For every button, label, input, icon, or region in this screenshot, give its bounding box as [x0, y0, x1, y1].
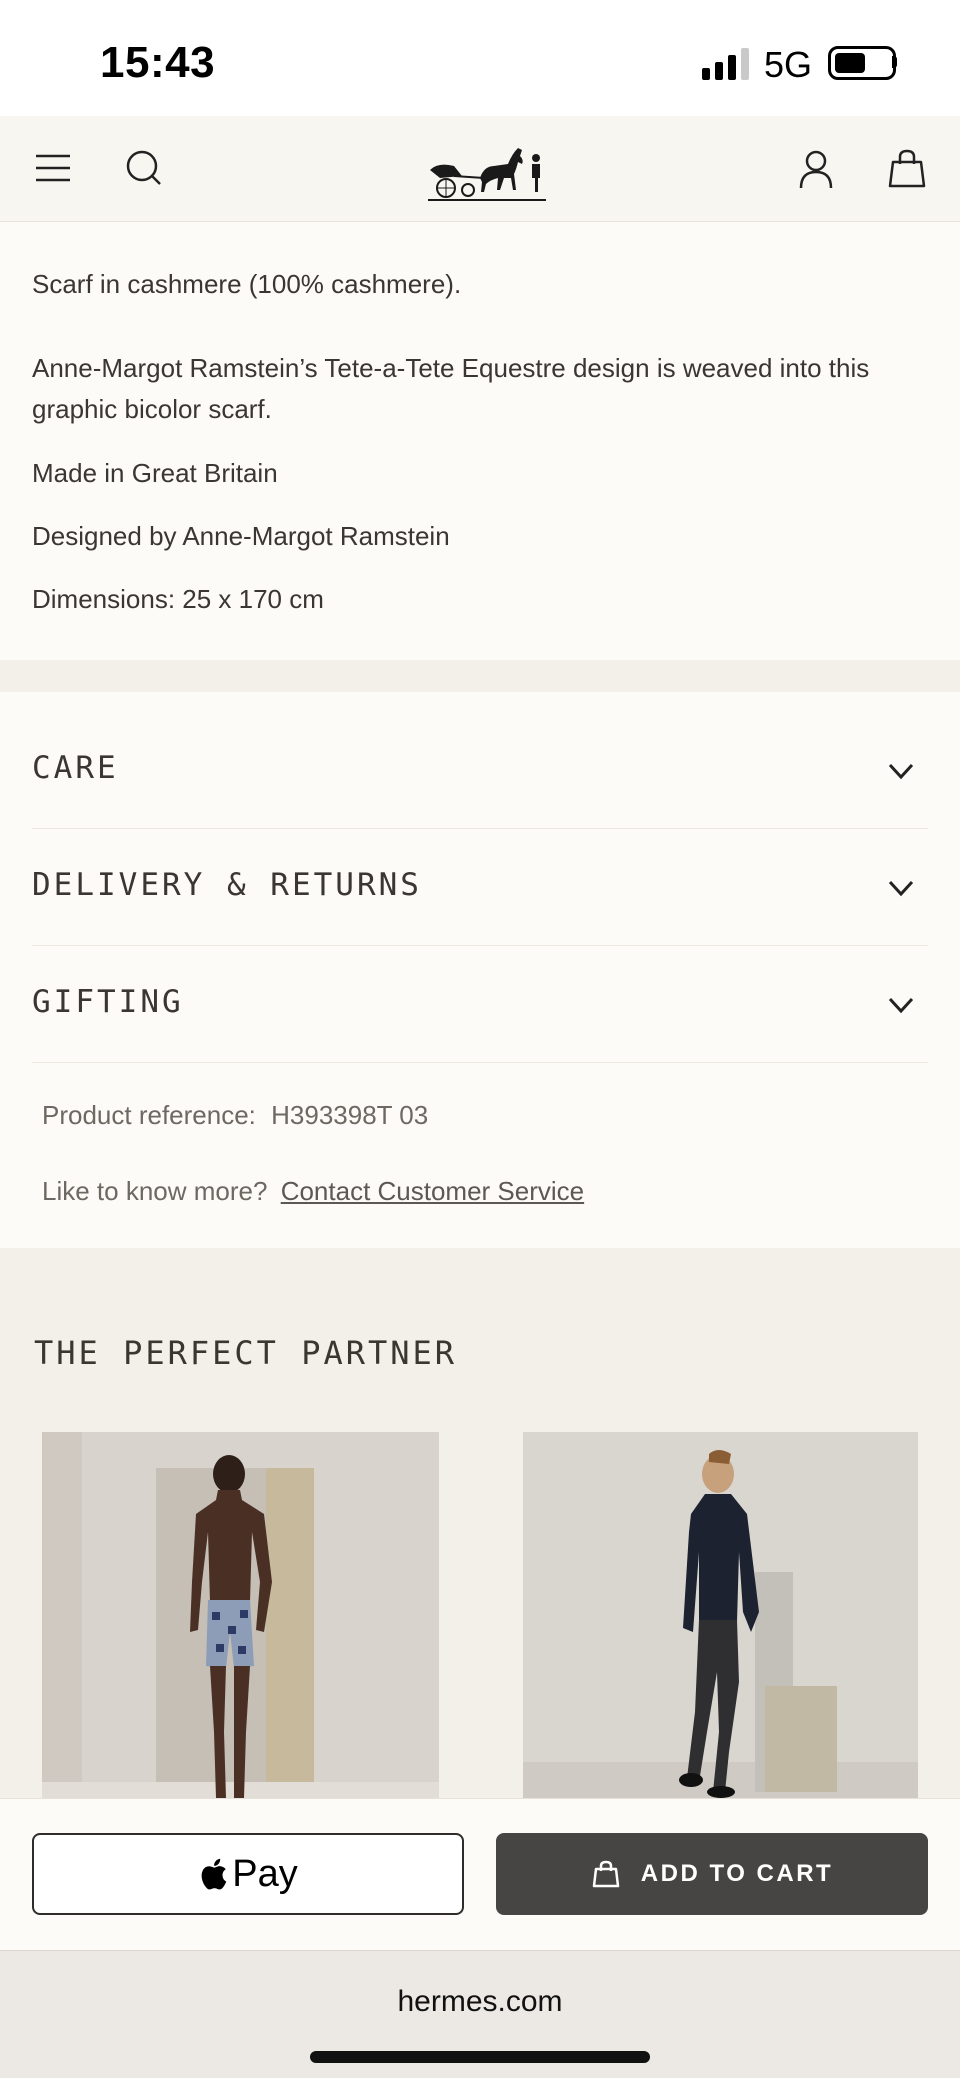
- chevron-down-icon: [888, 997, 914, 1014]
- designer-text: Designed by Anne-Margot Ramstein: [32, 521, 450, 551]
- section-divider: [0, 660, 960, 692]
- signal-strength-icon: [702, 48, 749, 80]
- section-title: THE PERFECT PARTNER: [34, 1334, 458, 1372]
- contact-customer-service-link[interactable]: Contact Customer Service: [281, 1176, 584, 1206]
- url-text[interactable]: hermes.com: [0, 1985, 960, 2019]
- status-time: 15:43: [100, 38, 216, 87]
- battery-icon: [828, 46, 896, 80]
- product-reference-label: Product reference:: [42, 1100, 256, 1130]
- contact-prompt: Like to know more?: [42, 1176, 268, 1206]
- search-icon[interactable]: [122, 146, 168, 192]
- product-reference: Product reference: H393398T 03: [42, 1100, 428, 1131]
- description-text: Anne-Margot Ramstein’s Tete-a-Tete Eques…: [32, 353, 870, 424]
- apple-logo-icon: [201, 1858, 227, 1890]
- site-header: [0, 116, 960, 222]
- composition-text: Scarf in cashmere (100% cashmere).: [32, 269, 462, 299]
- hermes-logo[interactable]: [424, 132, 550, 206]
- origin-text: Made in Great Britain: [32, 458, 278, 488]
- chevron-down-icon: [888, 880, 914, 897]
- accordion-gifting-label: GIFTING: [32, 984, 184, 1020]
- status-bar: 15:43 5G: [0, 0, 960, 116]
- shopping-bag-icon: [592, 1860, 620, 1888]
- apple-pay-label: Pay: [232, 1852, 298, 1895]
- product-image: [523, 1432, 918, 1800]
- contact-line: Like to know more? Contact Customer Serv…: [42, 1176, 584, 1207]
- network-label: 5G: [764, 44, 813, 85]
- product-card[interactable]: [42, 1432, 439, 1800]
- battery-tip: [892, 56, 897, 68]
- add-to-cart-button[interactable]: ADD TO CART: [496, 1833, 928, 1915]
- accordion-care[interactable]: CARE: [32, 712, 928, 829]
- accordion-delivery-label: DELIVERY & RETURNS: [32, 867, 422, 903]
- dimensions-text: Dimensions: 25 x 170 cm: [32, 584, 324, 614]
- menu-icon[interactable]: [32, 146, 78, 192]
- accordion-delivery-returns[interactable]: DELIVERY & RETURNS: [32, 829, 928, 946]
- accordion-gifting[interactable]: GIFTING: [32, 946, 928, 1063]
- shopping-bag-icon[interactable]: [884, 146, 930, 192]
- browser-url-bar[interactable]: hermes.com: [0, 1950, 960, 2078]
- home-indicator[interactable]: [310, 2051, 650, 2063]
- add-to-cart-label: ADD TO CART: [640, 1860, 834, 1887]
- product-reference-value: H393398T 03: [271, 1100, 429, 1130]
- perfect-partner-section: THE PERFECT PARTNER: [0, 1248, 960, 1800]
- product-card[interactable]: [523, 1432, 918, 1800]
- product-image: [42, 1432, 439, 1800]
- chevron-down-icon: [888, 763, 914, 780]
- account-icon[interactable]: [793, 146, 839, 192]
- purchase-action-bar: Pay ADD TO CART: [0, 1798, 960, 1950]
- accordion-care-label: CARE: [32, 750, 119, 786]
- apple-pay-button[interactable]: Pay: [32, 1833, 464, 1915]
